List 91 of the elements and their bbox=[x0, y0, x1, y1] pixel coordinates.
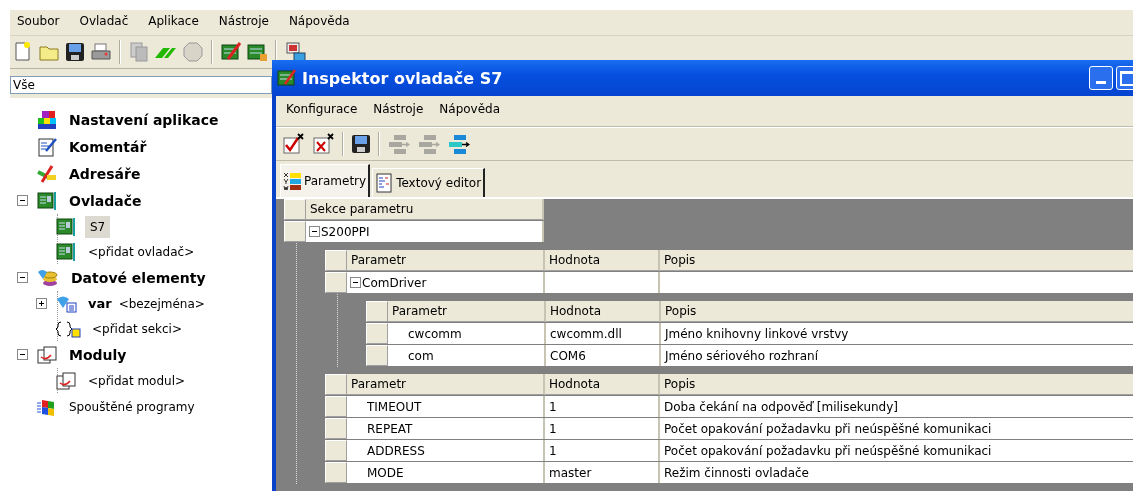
table-cell: 1 bbox=[545, 440, 660, 461]
table-cell: TIMEOUT bbox=[347, 396, 545, 417]
tree-item-note: <bezejména> bbox=[118, 296, 205, 311]
circuit-board-icon[interactable] bbox=[220, 41, 242, 63]
table-cell: com bbox=[388, 345, 546, 366]
column-header: Sekce parametru bbox=[306, 199, 544, 220]
row-header bbox=[325, 374, 347, 395]
tree-item[interactable]: Datové elementy bbox=[68, 267, 209, 288]
table-cell: 1 bbox=[545, 396, 660, 417]
braces-icon bbox=[55, 318, 81, 339]
menu-item[interactable]: Nástroje bbox=[217, 14, 270, 31]
tree-item[interactable]: <přidat sekci> bbox=[89, 319, 185, 338]
circuit-board-icon bbox=[55, 241, 77, 262]
tree-item[interactable]: S7 bbox=[85, 215, 111, 238]
tree-item[interactable]: <přidat ovladač> bbox=[85, 242, 198, 261]
minimize-button[interactable] bbox=[1089, 66, 1113, 90]
circuit-board-icon bbox=[276, 68, 296, 88]
column-header: Hodnota bbox=[545, 374, 660, 395]
document-icon bbox=[375, 173, 394, 193]
column-header: Popis bbox=[660, 250, 1133, 271]
column-header: Parametr bbox=[347, 374, 545, 395]
row-header[interactable] bbox=[325, 418, 347, 439]
maximize-button[interactable] bbox=[1116, 66, 1133, 90]
column-header: Popis bbox=[660, 374, 1133, 395]
cell-text: ComDriver bbox=[362, 275, 427, 290]
menu-item[interactable]: Soubor bbox=[16, 14, 61, 31]
tree-item[interactable]: Komentář bbox=[66, 136, 150, 157]
tree-item[interactable]: var bbox=[85, 294, 115, 313]
tree-item[interactable]: Spouštěné programy bbox=[66, 397, 198, 416]
row-header[interactable] bbox=[366, 345, 388, 366]
collapse-icon[interactable] bbox=[309, 226, 320, 237]
collapse-icon[interactable] bbox=[350, 277, 361, 288]
indent-right-icon[interactable] bbox=[446, 133, 470, 155]
menu-item[interactable]: Nápověda bbox=[439, 102, 501, 120]
table-cell: COM6 bbox=[546, 345, 661, 366]
table-cell: master bbox=[545, 462, 660, 483]
collapse-icon[interactable] bbox=[17, 272, 28, 283]
notepad-icon bbox=[36, 136, 58, 157]
column-header: Parametr bbox=[347, 250, 545, 271]
circuit-board-icon bbox=[55, 216, 77, 237]
row-header[interactable] bbox=[325, 396, 347, 417]
pencils-icon bbox=[36, 163, 58, 184]
collapse-icon[interactable] bbox=[17, 195, 28, 206]
circuit-board-icon bbox=[36, 190, 58, 211]
module-icon bbox=[55, 370, 77, 391]
table-cell: Doba čekání na odpověď [milisekundy] bbox=[660, 396, 1133, 417]
table-cell: Jméno sériového rozhraní bbox=[661, 345, 1133, 366]
table-cell: Režim činnosti ovladače bbox=[660, 462, 1133, 483]
collapse-icon[interactable] bbox=[17, 349, 28, 360]
expand-icon[interactable] bbox=[36, 298, 47, 309]
row-header bbox=[366, 301, 388, 322]
database-icon bbox=[36, 267, 60, 288]
tree-item[interactable]: Moduly bbox=[66, 344, 130, 365]
table-cell: Počet opakování požadavku při neúspěšné komunikaci bbox=[660, 418, 1133, 439]
cross-icon[interactable] bbox=[312, 133, 336, 155]
menu-item[interactable]: Aplikace bbox=[147, 14, 200, 31]
tab[interactable]: Textový editor bbox=[372, 168, 486, 197]
table-cell: Jméno knihovny linkové vrstvy bbox=[661, 323, 1133, 344]
row-header[interactable] bbox=[325, 440, 347, 461]
tree-item[interactable]: Ovladače bbox=[66, 190, 145, 211]
tree-item[interactable]: Adresáře bbox=[66, 163, 144, 184]
circuit-board-icon[interactable] bbox=[246, 41, 268, 63]
table-cell: 1 bbox=[545, 418, 660, 439]
table-cell: REPEAT bbox=[347, 418, 545, 439]
tree-item[interactable]: Nastavení aplikace bbox=[66, 109, 222, 130]
menu-item[interactable]: Konfigurace bbox=[286, 102, 358, 120]
parameters-icon bbox=[283, 171, 301, 191]
row-header[interactable] bbox=[325, 462, 347, 483]
column-header: Hodnota bbox=[545, 250, 660, 271]
menu-item[interactable]: Nápověda bbox=[287, 14, 351, 31]
tab[interactable]: Parametry bbox=[280, 164, 371, 197]
table-cell: cwcomm bbox=[388, 323, 546, 344]
table-cell: Počet opakování požadavku při neúspěšné komunikaci bbox=[660, 440, 1133, 461]
column-header: Hodnota bbox=[546, 301, 661, 322]
row-header[interactable] bbox=[366, 323, 388, 344]
row-header bbox=[325, 250, 347, 271]
column-header: Parametr bbox=[388, 301, 546, 322]
table-cell: MODE bbox=[347, 462, 545, 483]
table-cell: cwcomm.dll bbox=[546, 323, 661, 344]
tree-item[interactable]: <přidat modul> bbox=[85, 371, 189, 390]
printer-icon[interactable] bbox=[90, 41, 112, 63]
window-title: Inspektor ovladače S7 bbox=[302, 68, 503, 88]
color-blocks-icon bbox=[36, 109, 58, 130]
table-cell: ADDRESS bbox=[347, 440, 545, 461]
filter-dropdown[interactable]: Vše bbox=[10, 76, 272, 94]
cell-text: S200PPI bbox=[321, 224, 370, 239]
column-header: Popis bbox=[661, 301, 1133, 322]
menu-item[interactable]: Nástroje bbox=[373, 102, 424, 120]
module-icon bbox=[36, 344, 58, 365]
menu-item[interactable]: Ovladač bbox=[78, 14, 130, 31]
check-icon[interactable] bbox=[282, 133, 306, 155]
